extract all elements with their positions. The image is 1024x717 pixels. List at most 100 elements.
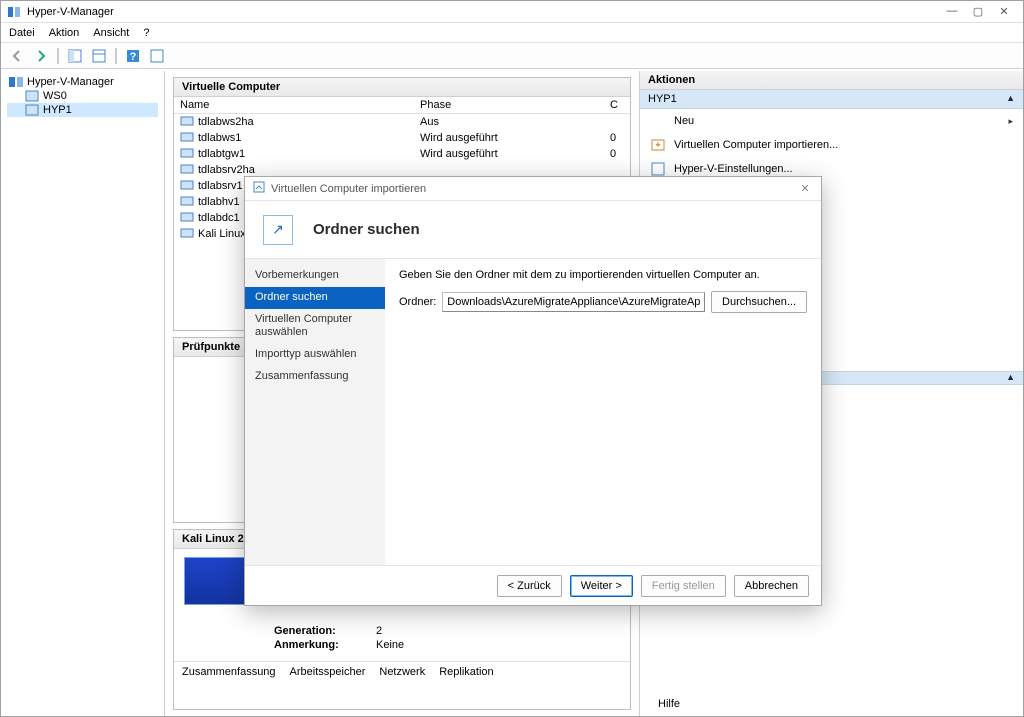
back-button[interactable]: < Zurück	[497, 575, 562, 597]
scope-tree: Hyper-V-Manager WS0 HYP1	[1, 71, 165, 716]
window-title: Hyper-V-Manager	[27, 6, 939, 18]
cancel-button[interactable]: Abbrechen	[734, 575, 809, 597]
refresh-button[interactable]	[147, 46, 167, 66]
tab-summary[interactable]: Zusammenfassung	[182, 666, 276, 678]
vm-name: tdlabws1	[198, 132, 241, 144]
wizard-step-type[interactable]: Importtyp auswählen	[245, 344, 385, 366]
vm-icon	[180, 212, 194, 224]
vm-table-header: Name Phase C	[174, 97, 630, 114]
hyperv-app-icon	[7, 5, 21, 19]
folder-input[interactable]	[442, 292, 705, 312]
server-icon	[25, 104, 39, 116]
tree-root[interactable]: Hyper-V-Manager	[7, 75, 158, 89]
wizard-step-select[interactable]: Virtuellen Computer auswählen	[245, 309, 385, 345]
import-wizard-dialog: Virtuellen Computer importieren ✕ ↗ Ordn…	[244, 176, 822, 606]
tree-host-hyp1[interactable]: HYP1	[7, 103, 158, 117]
finish-button[interactable]: Fertig stellen	[641, 575, 726, 597]
tree-host-ws0[interactable]: WS0	[7, 89, 158, 103]
vm-row[interactable]: tdlabws1 Wird ausgeführt0	[174, 130, 630, 146]
vm-thumbnail	[184, 557, 246, 605]
dialog-body: Vorbemerkungen Ordner suchen Virtuellen …	[245, 259, 821, 565]
collapse-icon[interactable]: ▲	[1006, 93, 1015, 105]
vm-phase: Wird ausgeführt	[414, 130, 604, 146]
vm-name: tdlabtgw1	[198, 148, 245, 160]
menu-help[interactable]: ?	[143, 27, 149, 39]
menu-ansicht[interactable]: Ansicht	[93, 27, 129, 39]
vm-name: tdlabhv1	[198, 196, 240, 208]
action-settings-label: Hyper-V-Einstellungen...	[674, 163, 793, 175]
wizard-content: Geben Sie den Ordner mit dem zu importie…	[385, 259, 821, 565]
close-button[interactable]: ✕	[997, 5, 1011, 18]
new-icon	[650, 113, 666, 129]
generation-label: Generation:	[274, 625, 364, 637]
col-phase[interactable]: Phase	[414, 97, 604, 113]
actions-context-label: HYP1	[648, 93, 677, 105]
next-button[interactable]: Weiter >	[570, 575, 633, 597]
folder-label: Ordner:	[399, 296, 436, 308]
vm-row[interactable]: tdlabtgw1Wird ausgeführt0	[174, 146, 630, 162]
menu-aktion[interactable]: Aktion	[49, 27, 80, 39]
dialog-title-icon	[253, 181, 265, 196]
toolbar-separator	[57, 48, 59, 64]
vm-icon	[180, 196, 194, 208]
back-button[interactable]	[7, 46, 27, 66]
forward-button[interactable]	[31, 46, 51, 66]
action-help[interactable]: ? Hilfe	[640, 692, 1023, 716]
details-tabbar: Zusammenfassung Arbeitsspeicher Netzwerk…	[174, 661, 630, 682]
vm-icon	[180, 116, 194, 128]
tree-hyp1-label: HYP1	[43, 104, 72, 116]
vm-icon	[180, 228, 194, 240]
vm-phase: Aus	[414, 114, 604, 130]
wizard-step-icon: ↗	[263, 215, 293, 245]
action-new[interactable]: Neu	[640, 109, 1023, 133]
action-help-label: Hilfe	[658, 698, 680, 710]
vm-cpu: 0	[604, 146, 622, 162]
vm-icon	[180, 132, 194, 144]
vm-row[interactable]: tdlabws2ha Aus	[174, 114, 630, 130]
vm-name: tdlabdc1	[198, 212, 240, 224]
vm-name: tdlabsrv2ha	[198, 164, 255, 176]
tab-memory[interactable]: Arbeitsspeicher	[290, 666, 366, 678]
actions-context: HYP1 ▲	[640, 90, 1023, 109]
tree-root-label: Hyper-V-Manager	[27, 76, 114, 88]
vm-icon	[180, 148, 194, 160]
vm-icon	[180, 180, 194, 192]
wizard-step-pre[interactable]: Vorbemerkungen	[245, 265, 385, 287]
vm-icon	[180, 164, 194, 176]
hyperv-icon	[9, 76, 23, 88]
col-name[interactable]: Name	[174, 97, 414, 113]
note-label: Anmerkung:	[274, 639, 364, 651]
col-cpu[interactable]: C	[604, 97, 622, 113]
tab-network[interactable]: Netzwerk	[379, 666, 425, 678]
generation-value: 2	[376, 625, 382, 637]
vm-name: tdlabsrv1	[198, 180, 243, 192]
minimize-button[interactable]: —	[945, 5, 959, 18]
menu-datei[interactable]: Datei	[9, 27, 35, 39]
collapse-icon[interactable]: ▲	[1006, 372, 1015, 384]
kv-note: Anmerkung: Keine	[274, 639, 620, 651]
wizard-nav: Vorbemerkungen Ordner suchen Virtuellen …	[245, 259, 385, 565]
titlebar: Hyper-V-Manager — ▢ ✕	[1, 1, 1023, 23]
help-button[interactable]: ?	[123, 46, 143, 66]
wizard-step-locate[interactable]: Ordner suchen	[245, 287, 385, 309]
wizard-heading: Ordner suchen	[313, 221, 420, 238]
dialog-titlebar: Virtuellen Computer importieren ✕	[245, 177, 821, 201]
maximize-button[interactable]: ▢	[971, 5, 985, 18]
action-import-vm[interactable]: Virtuellen Computer importieren...	[640, 133, 1023, 157]
actions-header: Aktionen	[640, 71, 1023, 90]
settings-icon	[650, 161, 666, 177]
toolbar: ?	[1, 43, 1023, 69]
kv-generation: Generation: 2	[274, 625, 620, 637]
show-hide-tree-button[interactable]	[65, 46, 85, 66]
wizard-step-summary[interactable]: Zusammenfassung	[245, 366, 385, 388]
vm-cpu: 0	[604, 130, 622, 146]
import-icon	[650, 137, 666, 153]
properties-button[interactable]	[89, 46, 109, 66]
dialog-close-button[interactable]: ✕	[797, 182, 813, 195]
action-import-label: Virtuellen Computer importieren...	[674, 139, 838, 151]
vm-phase	[414, 168, 604, 172]
menubar: Datei Aktion Ansicht ?	[1, 23, 1023, 43]
vm-name: tdlabws2ha	[198, 116, 254, 128]
browse-button[interactable]: Durchsuchen...	[711, 291, 807, 313]
tab-replication[interactable]: Replikation	[439, 666, 493, 678]
